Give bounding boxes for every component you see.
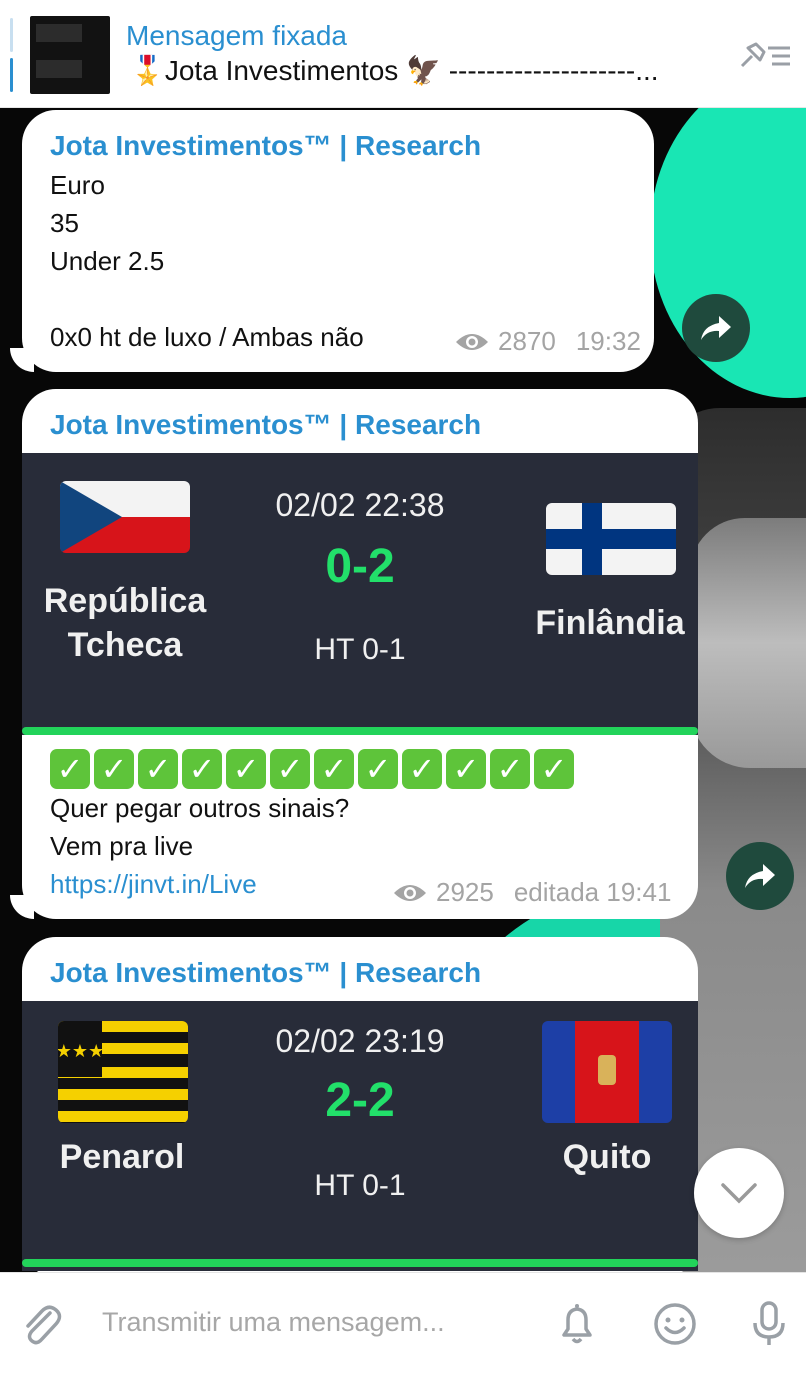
message-line bbox=[50, 280, 364, 318]
message-meta: 2925 editada 19:41 bbox=[392, 877, 671, 908]
message-line: Euro bbox=[50, 170, 105, 200]
bell-icon[interactable] bbox=[552, 1299, 602, 1349]
forward-arrow-icon bbox=[745, 864, 775, 888]
match-progress-bar bbox=[22, 1259, 698, 1267]
microphone-icon[interactable] bbox=[744, 1299, 794, 1349]
forward-button[interactable] bbox=[726, 842, 794, 910]
forward-arrow-icon bbox=[701, 316, 731, 340]
unpin-list-icon[interactable] bbox=[734, 38, 794, 74]
check-mark-icon: ✓ bbox=[138, 749, 178, 789]
pinned-text: 🎖️Jota Investimentos 🦅 -----------------… bbox=[130, 55, 659, 86]
pinned-thumbnail bbox=[30, 16, 110, 94]
check-mark-icon: ✓ bbox=[358, 749, 398, 789]
view-count: 2870 bbox=[498, 326, 556, 356]
check-mark-icon: ✓ bbox=[226, 749, 266, 789]
check-mark-icon: ✓ bbox=[490, 749, 530, 789]
pinned-indicator bbox=[10, 18, 13, 92]
view-count: 2925 bbox=[436, 877, 494, 907]
views-eye-icon bbox=[394, 884, 426, 901]
check-mark-icon: ✓ bbox=[314, 749, 354, 789]
quito-flag-icon bbox=[542, 1021, 672, 1123]
match-progress-bar bbox=[22, 727, 698, 735]
sender-name[interactable]: Jota Investimentos™ | Research bbox=[50, 957, 481, 989]
message-line: 35 bbox=[50, 208, 79, 238]
message-line: 0x0 ht de luxo / Ambas não bbox=[50, 322, 364, 352]
message-bubble[interactable]: Jota Investimentos™ | Research ★★★ Penar… bbox=[22, 937, 698, 1277]
chevron-down-icon bbox=[721, 1183, 757, 1204]
message-line: Quer pegar outros sinais? bbox=[50, 793, 350, 823]
live-link[interactable]: https://jinvt.in/Live bbox=[50, 865, 349, 903]
check-mark-icon: ✓ bbox=[270, 749, 310, 789]
message-line: Under 2.5 bbox=[50, 246, 165, 276]
sender-name[interactable]: Jota Investimentos™ | Research bbox=[50, 409, 481, 441]
finland-flag-icon bbox=[546, 503, 676, 575]
pinned-title: Mensagem fixada bbox=[126, 20, 348, 51]
check-mark-icon: ✓ bbox=[182, 749, 222, 789]
check-mark-icon: ✓ bbox=[402, 749, 442, 789]
check-mark-icon: ✓ bbox=[94, 749, 134, 789]
message-input[interactable]: Transmitir uma mensagem... bbox=[102, 1307, 445, 1338]
pinned-message-bar[interactable]: Mensagem fixada 🎖️Jota Investimentos 🦅 -… bbox=[0, 0, 806, 108]
check-mark-icon: ✓ bbox=[50, 749, 90, 789]
forward-button[interactable] bbox=[682, 294, 750, 362]
check-mark-icon: ✓ bbox=[446, 749, 486, 789]
emoji-icon[interactable] bbox=[650, 1299, 700, 1349]
message-input-bar: Transmitir uma mensagem... bbox=[0, 1272, 806, 1373]
message-time: 19:32 bbox=[575, 326, 641, 356]
message-time: editada 19:41 bbox=[513, 877, 672, 907]
scroll-down-button[interactable] bbox=[694, 1148, 784, 1238]
away-team-name: Finlândia bbox=[535, 604, 685, 642]
paperclip-icon[interactable] bbox=[16, 1299, 66, 1349]
away-team-name: Quito bbox=[562, 1138, 652, 1176]
sender-name[interactable]: Jota Investimentos™ | Research bbox=[50, 130, 481, 162]
views-eye-icon bbox=[456, 333, 488, 350]
check-mark-icon: ✓ bbox=[534, 749, 574, 789]
check-emojis: ✓ ✓ ✓ ✓ ✓ ✓ ✓ ✓ ✓ ✓ ✓ ✓ bbox=[50, 749, 574, 789]
message-line: Vem pra live bbox=[50, 831, 194, 861]
message-bubble[interactable]: Jota Investimentos™ | Research Euro 35 U… bbox=[10, 110, 654, 372]
message-bubble[interactable]: Jota Investimentos™ | Research República… bbox=[10, 389, 698, 919]
match-card[interactable]: República Tcheca 02/02 22:38 0-2 HT 0-1 … bbox=[22, 453, 698, 735]
message-meta: 2870 19:32 bbox=[454, 326, 641, 357]
match-card[interactable]: ★★★ Penarol 02/02 23:19 2-2 HT 0-1 Quito bbox=[22, 1001, 698, 1271]
